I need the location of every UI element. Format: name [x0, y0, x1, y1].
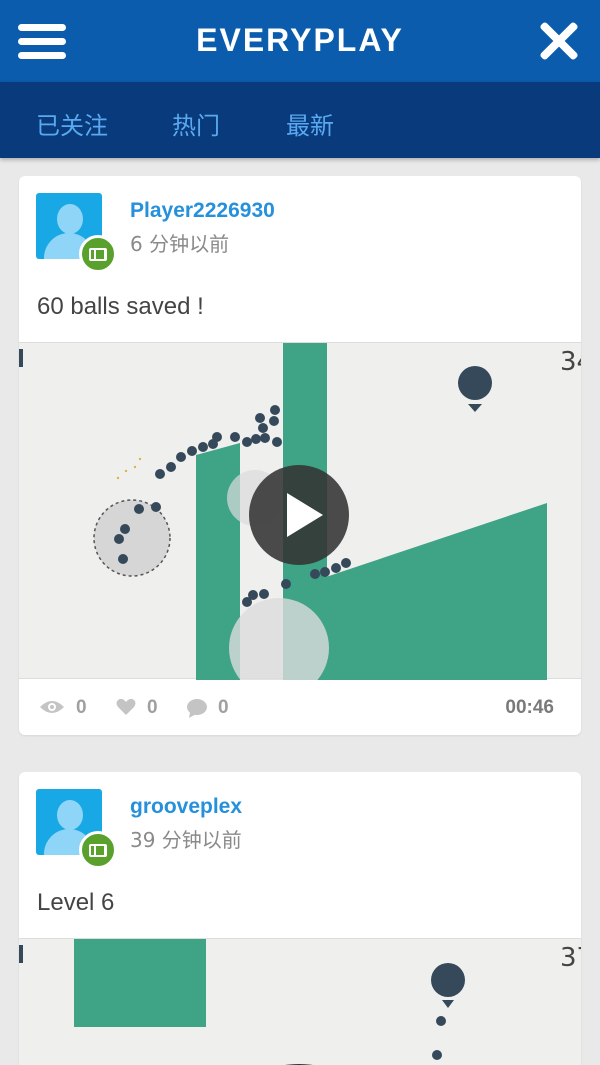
game-score: 34 — [560, 347, 581, 377]
video-post-card: grooveplex 39 分钟以前 Level 6 37 — [19, 772, 581, 1065]
post-stats: 0 0 0 00:46 — [19, 679, 581, 735]
app-title: EVERYPLAY — [196, 22, 404, 58]
comment-bubble-icon[interactable] — [186, 698, 208, 718]
post-timestamp: 39 分钟以前 — [130, 828, 242, 852]
game-score: 37 — [560, 943, 581, 973]
feed-tabs: 已关注 热门 最新 — [0, 82, 600, 158]
views-count: 0 — [76, 697, 87, 718]
close-icon[interactable] — [538, 20, 580, 62]
tab-latest[interactable]: 最新 — [286, 106, 334, 141]
post-timestamp: 6 分钟以前 — [130, 232, 230, 256]
like-heart-icon[interactable] — [116, 698, 136, 716]
post-username[interactable]: grooveplex — [130, 795, 242, 819]
video-thumbnail[interactable]: 37 — [19, 938, 581, 1065]
post-username[interactable]: Player2226930 — [130, 199, 275, 223]
tab-following[interactable]: 已关注 — [36, 106, 108, 141]
post-caption: 60 balls saved ! — [37, 293, 204, 320]
comments-count: 0 — [218, 697, 229, 718]
game-scene-illustration — [19, 343, 547, 680]
tab-popular[interactable]: 热门 — [172, 106, 220, 141]
video-post-card: Player2226930 6 分钟以前 60 balls saved ! 3 … — [19, 176, 581, 735]
top-app-bar: EVERYPLAY — [0, 0, 600, 82]
views-eye-icon — [40, 701, 64, 713]
post-caption: Level 6 — [37, 889, 115, 916]
video-duration: 00:46 — [505, 697, 554, 718]
video-film-icon — [79, 831, 117, 869]
video-film-icon — [79, 235, 117, 273]
game-scene-illustration — [19, 939, 465, 1065]
video-thumbnail[interactable]: 34 — [19, 342, 581, 680]
likes-count: 0 — [147, 697, 158, 718]
